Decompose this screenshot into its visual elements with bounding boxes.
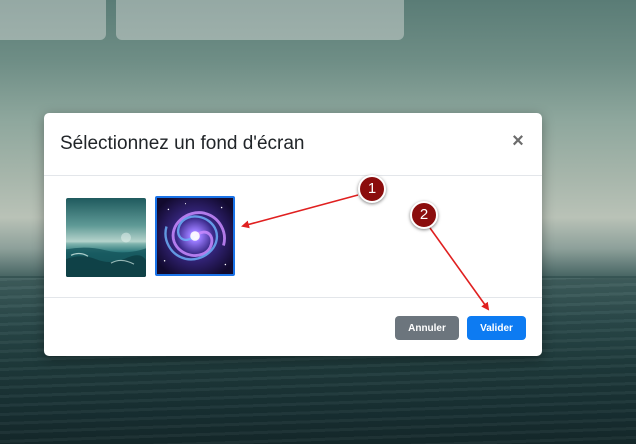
galaxy-thumbnail-image <box>157 198 233 274</box>
dialog-header: Sélectionnez un fond d'écran × <box>44 113 542 176</box>
close-button[interactable]: × <box>510 131 526 151</box>
background-tile <box>0 0 106 40</box>
wallpaper-option-galaxy[interactable] <box>155 196 235 276</box>
dialog-title: Sélectionnez un fond d'écran <box>60 133 305 154</box>
annotation-badge-2: 2 <box>410 201 438 229</box>
dialog-footer: Annuler Valider <box>44 298 542 356</box>
confirm-button[interactable]: Valider <box>467 316 526 340</box>
cancel-button[interactable]: Annuler <box>395 316 459 340</box>
dialog-body <box>44 176 542 298</box>
annotation-badge-1: 1 <box>358 175 386 203</box>
ocean-thumbnail-image <box>66 198 146 277</box>
wallpaper-option-ocean[interactable] <box>66 198 146 277</box>
wallpaper-dialog: Sélectionnez un fond d'écran × Annuler V… <box>44 113 542 356</box>
background-tile <box>116 0 404 40</box>
